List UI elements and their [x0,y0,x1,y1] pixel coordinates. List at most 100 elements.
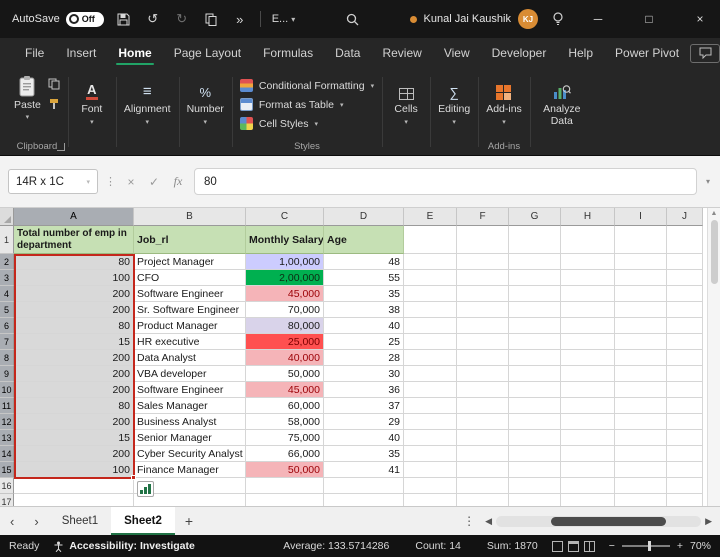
menu-tab-power-pivot[interactable]: Power Pivot [604,38,690,68]
cells-group-collapsed[interactable]: Cells ▾ [382,73,430,155]
cell-G3[interactable] [509,270,561,286]
cell-styles-button[interactable]: Cell Styles ▾ [240,114,374,133]
cell-E12[interactable] [404,414,457,430]
cell-H12[interactable] [561,414,615,430]
cell-C13[interactable]: 75,000 [246,430,324,446]
cell-A12[interactable]: 200 [14,414,134,430]
namebox-drag-handle-icon[interactable]: ⋮ [105,175,116,188]
menu-tab-page-layout[interactable]: Page Layout [163,38,252,68]
cell-A14[interactable]: 200 [14,446,134,462]
cell-E9[interactable] [404,366,457,382]
cell-G7[interactable] [509,334,561,350]
conditional-formatting-button[interactable]: Conditional Formatting ▾ [240,76,374,95]
cell-C11[interactable]: 60,000 [246,398,324,414]
zoom-in-icon[interactable]: + [677,540,683,552]
cell-H16[interactable] [561,478,615,494]
column-header-F[interactable]: F [457,208,509,226]
cell-H15[interactable] [561,462,615,478]
cell-I17[interactable] [615,494,667,506]
cell-E17[interactable] [404,494,457,506]
format-painter-icon[interactable] [48,98,60,110]
column-header-I[interactable]: I [615,208,667,226]
cell-A8[interactable]: 200 [14,350,134,366]
cell-H17[interactable] [561,494,615,506]
cell-H6[interactable] [561,318,615,334]
menu-tab-home[interactable]: Home [107,38,162,68]
cell-F2[interactable] [457,254,509,270]
formula-input[interactable]: 80 [194,168,697,195]
addins-group[interactable]: Add-ins ▾ Add-ins [478,73,530,155]
accessibility-button[interactable]: Accessibility: Investigate [53,540,194,552]
cell-C10[interactable]: 45,000 [246,382,324,398]
column-header-C[interactable]: C [246,208,324,226]
cell-J11[interactable] [667,398,703,414]
cell-F8[interactable] [457,350,509,366]
cell-F6[interactable] [457,318,509,334]
cell-D10[interactable]: 36 [324,382,404,398]
cell-J12[interactable] [667,414,703,430]
cell-H10[interactable] [561,382,615,398]
cell-E8[interactable] [404,350,457,366]
cell-C5[interactable]: 70,000 [246,302,324,318]
cell-A9[interactable]: 200 [14,366,134,382]
cell-F4[interactable] [457,286,509,302]
cell-G14[interactable] [509,446,561,462]
sheet-tab-sheet1[interactable]: Sheet1 [49,507,111,535]
horizontal-scroll-thumb[interactable] [551,517,666,526]
cell-F10[interactable] [457,382,509,398]
cell-B2[interactable]: Project Manager [134,254,246,270]
cell-B8[interactable]: Data Analyst [134,350,246,366]
autosave-toggle[interactable]: AutoSave Off [12,12,104,27]
zoom-out-icon[interactable]: − [609,540,615,552]
cell-H8[interactable] [561,350,615,366]
cell-A3[interactable]: 100 [14,270,134,286]
cell-A2[interactable]: 80 [14,254,134,270]
row-header-17[interactable]: 17 [0,494,14,506]
autosave-switch[interactable]: Off [66,12,104,27]
cell-B3[interactable]: CFO [134,270,246,286]
cell-I15[interactable] [615,462,667,478]
cell-B1[interactable]: Job_rl [134,226,246,254]
column-header-D[interactable]: D [324,208,404,226]
column-header-E[interactable]: E [404,208,457,226]
cell-G17[interactable] [509,494,561,506]
cell-G16[interactable] [509,478,561,494]
cell-E13[interactable] [404,430,457,446]
row-header-6[interactable]: 6 [0,318,14,334]
horizontal-scroll-track[interactable] [496,516,701,527]
cell-E2[interactable] [404,254,457,270]
cell-H11[interactable] [561,398,615,414]
cell-H4[interactable] [561,286,615,302]
cell-J13[interactable] [667,430,703,446]
paste-button[interactable]: Paste ▾ [14,73,41,121]
cell-F12[interactable] [457,414,509,430]
redo-icon[interactable]: ↻ [173,8,191,30]
row-header-2[interactable]: 2 [0,254,14,270]
cell-J17[interactable] [667,494,703,506]
column-header-B[interactable]: B [134,208,246,226]
tabbar-options-icon[interactable]: ⋮ [453,514,485,528]
cell-F13[interactable] [457,430,509,446]
cell-F14[interactable] [457,446,509,462]
cell-D5[interactable]: 38 [324,302,404,318]
cell-J16[interactable] [667,478,703,494]
menu-tab-data[interactable]: Data [324,38,371,68]
search-icon[interactable] [343,8,361,30]
cell-F5[interactable] [457,302,509,318]
cell-F15[interactable] [457,462,509,478]
number-group-collapsed[interactable]: % Number ▾ [179,73,232,155]
cell-F17[interactable] [457,494,509,506]
cell-C4[interactable]: 45,000 [246,286,324,302]
copy-icon[interactable] [202,8,220,30]
scroll-up-icon[interactable]: ▲ [711,210,718,217]
menu-tab-help[interactable]: Help [557,38,604,68]
column-header-J[interactable]: J [667,208,703,226]
cell-J9[interactable] [667,366,703,382]
column-header-H[interactable]: H [561,208,615,226]
cell-G1[interactable] [509,226,561,254]
cell-A15[interactable]: 100 [14,462,134,478]
cell-A7[interactable]: 15 [14,334,134,350]
cell-E11[interactable] [404,398,457,414]
cell-D6[interactable]: 40 [324,318,404,334]
font-group-collapsed[interactable]: A Font ▾ [68,73,116,155]
